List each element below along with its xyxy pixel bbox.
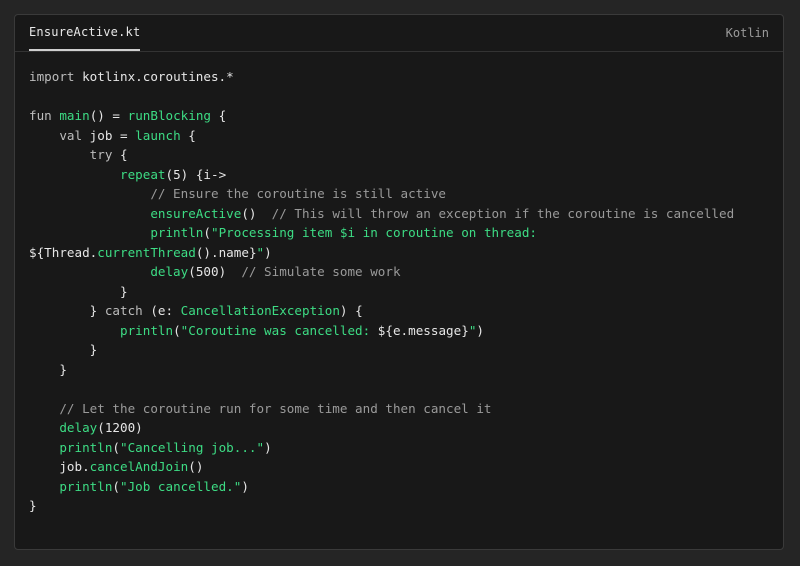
code-token: val	[29, 127, 90, 143]
code-token: runBlocking	[127, 108, 212, 123]
file-tab[interactable]: EnsureActive.kt	[29, 15, 141, 51]
code-token: }	[29, 303, 105, 318]
code-token: }	[29, 498, 37, 513]
code-line: import kotlinx.coroutines.*	[29, 67, 775, 87]
code-token: }	[248, 244, 257, 260]
code-token: catch	[104, 303, 151, 318]
code-token: )	[264, 244, 272, 260]
code-token: Thread	[44, 244, 90, 260]
code-line: repeat(5) {i->	[29, 165, 775, 185]
code-line: } catch (e: CancellationException) {	[29, 301, 775, 321]
code-token: )	[264, 439, 272, 455]
code-block-header: EnsureActive.kt Kotlin	[15, 15, 783, 52]
code-token: try	[29, 147, 120, 162]
code-token: i	[203, 166, 211, 182]
code-token: fun	[29, 108, 60, 123]
code-token: (	[112, 439, 120, 455]
code-token: ().	[195, 244, 219, 260]
code-block-panel: EnsureActive.kt Kotlin import kotlinx.co…	[14, 14, 784, 550]
code-token: e.message	[392, 322, 462, 338]
code-token: (e:	[150, 303, 181, 318]
code-token: CancellationException	[180, 303, 340, 318]
code-line: println("Processing item $i in coroutine…	[29, 223, 775, 243]
code-token: =	[112, 127, 136, 143]
code-token: "Job cancelled."	[120, 478, 242, 494]
code-line: }	[29, 340, 775, 360]
code-line: }	[29, 496, 775, 516]
code-line: fun main() = runBlocking {	[29, 106, 775, 126]
code-token: import	[29, 69, 83, 84]
code-token: ensureActive	[29, 205, 242, 221]
code-token: // This will throw an exception if the c…	[271, 205, 735, 221]
code-token: (500)	[188, 264, 242, 279]
code-token: "Coroutine was cancelled:	[180, 322, 378, 338]
code-token: ()	[188, 459, 204, 474]
code-token: ->	[211, 166, 227, 182]
code-token: delay	[29, 420, 98, 435]
code-token: "Processing item $i in coroutine on thre…	[210, 225, 538, 240]
code-token: kotlinx.coroutines.*	[82, 69, 234, 84]
code-token: println	[29, 225, 204, 240]
code-token: )	[241, 478, 249, 494]
code-token: }	[29, 342, 98, 357]
code-token: "Cancelling job..."	[120, 439, 265, 455]
code-line: }	[29, 282, 775, 302]
code-token: () =	[89, 108, 128, 123]
code-token: println	[29, 322, 174, 338]
code-token: {	[180, 127, 196, 143]
code-token: name	[218, 244, 249, 260]
code-token: job	[89, 127, 113, 143]
code-token: (1200)	[97, 420, 143, 435]
code-token: ${	[377, 322, 393, 338]
code-line: ensureActive() // This will throw an exc…	[29, 204, 775, 224]
code-token: launch	[135, 127, 181, 143]
code-token: }	[29, 283, 128, 299]
code-token: (	[203, 225, 211, 240]
code-token: // Simulate some work	[241, 264, 401, 279]
code-token: ()	[241, 205, 272, 221]
code-token: {	[120, 147, 128, 162]
code-line: println("Job cancelled.")	[29, 477, 775, 497]
code-line: delay(1200)	[29, 418, 775, 438]
code-token: repeat	[29, 166, 166, 182]
code-line: job.cancelAndJoin()	[29, 457, 775, 477]
code-token: (5) {	[165, 166, 204, 182]
code-line: try {	[29, 145, 775, 165]
code-token: (	[173, 322, 181, 338]
code-token: cancelAndJoin	[89, 459, 189, 474]
language-label: Kotlin	[725, 26, 769, 40]
code-token: (	[112, 478, 120, 494]
code-line: println("Cancelling job...")	[29, 438, 775, 458]
code-token: println	[29, 439, 113, 455]
code-token: }	[461, 322, 469, 338]
code-token: delay	[29, 264, 189, 279]
code-line: val job = launch {	[29, 126, 775, 146]
code-token: // Let the coroutine run for some time a…	[29, 400, 492, 416]
code-token: .	[82, 459, 90, 474]
code-token: {	[211, 108, 227, 123]
code-token: // Ensure the coroutine is still active	[29, 186, 447, 201]
code-token: println	[29, 478, 113, 494]
code-token: ${	[29, 244, 45, 260]
code-token: currentThread	[97, 244, 196, 260]
code-line: }	[29, 360, 775, 380]
code-token: "	[256, 244, 265, 260]
code-token: }	[29, 361, 67, 377]
code-line: ${Thread.currentThread().name}")	[29, 243, 775, 263]
code-line: delay(500) // Simulate some work	[29, 262, 775, 282]
code-line: // Let the coroutine run for some time a…	[29, 399, 775, 419]
code-token: ) {	[339, 303, 363, 318]
code-token: job	[29, 459, 83, 474]
code-content: import kotlinx.coroutines.* fun main() = …	[29, 67, 775, 516]
code-token: )	[476, 322, 484, 338]
code-line: println("Coroutine was cancelled: ${e.me…	[29, 321, 775, 341]
code-line: // Ensure the coroutine is still active	[29, 184, 775, 204]
code-token: main	[59, 108, 90, 123]
